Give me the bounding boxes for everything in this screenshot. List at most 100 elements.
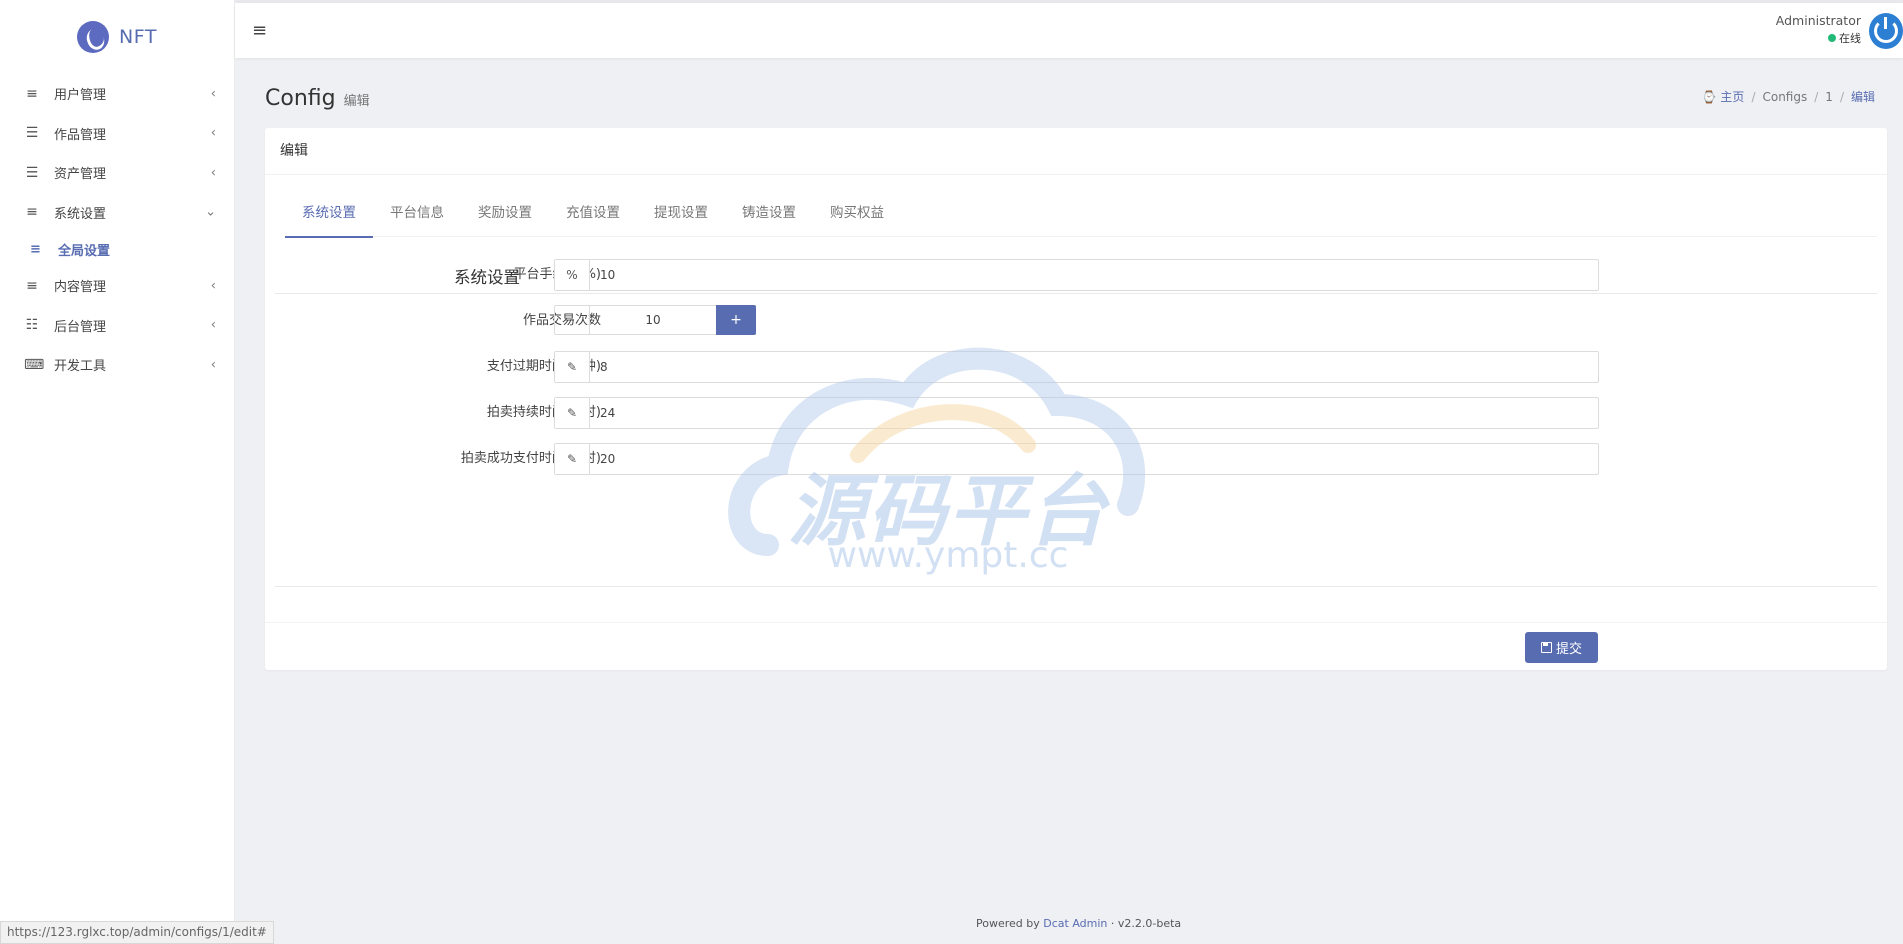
- sidebar-item-label: 用户管理: [54, 88, 107, 104]
- tab-system-settings[interactable]: 系统设置: [285, 190, 373, 238]
- breadcrumb-home-label: 主页: [1720, 90, 1745, 104]
- logo-icon: [77, 21, 110, 53]
- sidebar-item-dev-tools[interactable]: ⌨ 开发工具 ‹: [0, 345, 234, 385]
- bars-icon: ≡: [30, 241, 41, 257]
- card-title: 编辑: [265, 128, 1887, 175]
- divider: [275, 586, 1877, 587]
- sidebar-item-label: 后台管理: [54, 319, 107, 335]
- pay-expire-input[interactable]: 8: [590, 352, 608, 382]
- breadcrumb-separator: /: [1751, 90, 1756, 104]
- chevron-left-icon: ‹: [210, 86, 216, 102]
- top-navbar: ≡ Administrator 在线: [235, 3, 1903, 58]
- form-row-pay-expire: 支付过期时间(分钟) ✎ 8: [265, 351, 1601, 383]
- save-icon: [1540, 642, 1552, 653]
- pencil-icon: ✎: [555, 352, 590, 382]
- decrement-button[interactable]: -: [554, 305, 590, 335]
- bars-icon: ≡: [26, 204, 38, 221]
- breadcrumb-current[interactable]: 编辑: [1851, 90, 1875, 104]
- sidebar-item-label: 系统设置: [54, 206, 107, 222]
- footer: Powered by Dcat Admin · v2.2.0-beta: [976, 917, 1181, 930]
- user-name: Administrator: [1775, 13, 1861, 28]
- edit-card: 编辑 系统设置 平台信息 奖励设置 充值设置 提现设置 铸造设置 购买权益 系统…: [265, 128, 1887, 670]
- avatar[interactable]: [1869, 13, 1903, 49]
- user-status: 在线: [1776, 30, 1861, 46]
- auction-duration-field[interactable]: ✎ 24: [554, 397, 1599, 429]
- page-description: 编辑: [343, 94, 370, 109]
- brand[interactable]: NFT: [0, 0, 234, 74]
- footer-powered: Powered by: [976, 917, 1040, 930]
- footer-separator: ·: [1110, 917, 1118, 930]
- breadcrumb-configs[interactable]: Configs: [1762, 90, 1807, 104]
- fee-field[interactable]: % 10: [554, 259, 1599, 291]
- chevron-left-icon: ‹: [210, 278, 216, 294]
- breadcrumb-id[interactable]: 1: [1825, 90, 1833, 104]
- chevron-down-icon: ⌄: [205, 204, 216, 220]
- form-row-fee: 平台手续费(%) % 10: [265, 259, 1601, 291]
- pencil-icon: ✎: [555, 444, 590, 474]
- chevron-left-icon: ‹: [210, 317, 216, 333]
- list-icon: ☰: [25, 125, 39, 142]
- breadcrumb-separator: /: [1839, 90, 1844, 104]
- status-text: 在线: [1839, 32, 1861, 45]
- tab-recharge-settings[interactable]: 充值设置: [549, 190, 637, 236]
- sidebar-subitem-label: 全局设置: [58, 243, 111, 259]
- form-row-trades: 作品交易次数 - 10 +: [265, 305, 1601, 337]
- submit-label: 提交: [1555, 642, 1582, 657]
- trades-stepper: - 10 +: [554, 305, 756, 335]
- page-title: Config 编辑: [265, 86, 370, 111]
- breadcrumb-separator: /: [1814, 90, 1819, 104]
- pay-expire-field[interactable]: ✎ 8: [554, 351, 1599, 383]
- increment-button[interactable]: +: [716, 305, 756, 335]
- bars-icon: ≡: [26, 85, 38, 102]
- percent-addon: %: [555, 260, 590, 290]
- footer-link[interactable]: Dcat Admin: [1043, 917, 1107, 930]
- sidebar-item-label: 资产管理: [54, 167, 107, 183]
- sidebar-item-label: 开发工具: [54, 359, 107, 375]
- auction-duration-input[interactable]: 24: [590, 398, 615, 428]
- submit-button[interactable]: 提交: [1525, 632, 1598, 663]
- menu-toggle-icon[interactable]: ≡: [252, 20, 267, 41]
- tab-reward-settings[interactable]: 奖励设置: [461, 190, 549, 236]
- sidebar-item-assets[interactable]: ☰ 资产管理 ‹: [0, 153, 234, 193]
- sidebar-subitem-global-settings[interactable]: ≡ 全局设置: [0, 232, 234, 266]
- dashboard-icon: ⌚: [1701, 90, 1717, 104]
- online-dot-icon: [1828, 34, 1836, 42]
- trades-input[interactable]: 10: [590, 305, 716, 335]
- footer-version: v2.2.0-beta: [1117, 917, 1182, 930]
- browser-status-url: https://123.rglxc.top/admin/configs/1/ed…: [0, 921, 274, 944]
- sidebar-item-system-settings[interactable]: ≡ 系统设置 ⌄: [0, 193, 234, 233]
- keyboard-icon: ⌨: [24, 356, 45, 373]
- brand-name: NFT: [119, 26, 157, 48]
- tab-mint-settings[interactable]: 铸造设置: [725, 190, 813, 236]
- auction-pay-input[interactable]: 20: [590, 444, 615, 474]
- tab-purchase-rights[interactable]: 购买权益: [813, 190, 901, 236]
- page-title-text: Config: [265, 86, 336, 111]
- breadcrumb: ⌚ 主页 / Configs / 1 / 编辑: [1702, 88, 1875, 105]
- sidebar: NFT ≡ 用户管理 ‹ ☰ 作品管理 ‹ ☰ 资产管理 ‹ ≡ 系统设置 ⌄ …: [0, 0, 235, 944]
- server-icon: ☷: [25, 317, 39, 334]
- sidebar-item-label: 内容管理: [54, 280, 107, 296]
- sidebar-nav: ≡ 用户管理 ‹ ☰ 作品管理 ‹ ☰ 资产管理 ‹ ≡ 系统设置 ⌄ ≡ 全局…: [0, 74, 234, 385]
- sidebar-item-users[interactable]: ≡ 用户管理 ‹: [0, 74, 234, 114]
- breadcrumb-home[interactable]: ⌚ 主页: [1702, 90, 1745, 104]
- sidebar-item-content[interactable]: ≡ 内容管理 ‹: [0, 266, 234, 306]
- bars-icon: ≡: [26, 277, 38, 294]
- tab-bar: 系统设置 平台信息 奖励设置 充值设置 提现设置 铸造设置 购买权益: [285, 190, 1877, 238]
- sidebar-item-works[interactable]: ☰ 作品管理 ‹: [0, 114, 234, 154]
- auction-pay-field[interactable]: ✎ 20: [554, 443, 1599, 475]
- chevron-left-icon: ‹: [210, 165, 216, 181]
- divider: [275, 293, 1877, 294]
- divider: [265, 622, 1887, 623]
- pencil-icon: ✎: [555, 398, 590, 428]
- form-row-auction-duration: 拍卖持续时间(小时) ✎ 24: [265, 397, 1601, 429]
- sidebar-item-label: 作品管理: [54, 127, 107, 143]
- tab-withdraw-settings[interactable]: 提现设置: [637, 190, 725, 236]
- list-icon: ☰: [25, 164, 39, 181]
- fee-input[interactable]: 10: [590, 260, 615, 290]
- chevron-left-icon: ‹: [210, 125, 216, 141]
- sidebar-item-admin[interactable]: ☷ 后台管理 ‹: [0, 306, 234, 346]
- tab-platform-info[interactable]: 平台信息: [373, 190, 461, 236]
- user-info[interactable]: Administrator 在线: [1776, 13, 1861, 46]
- chevron-left-icon: ‹: [210, 357, 216, 373]
- form-row-auction-pay: 拍卖成功支付时间(小时) ✎ 20: [265, 443, 1601, 475]
